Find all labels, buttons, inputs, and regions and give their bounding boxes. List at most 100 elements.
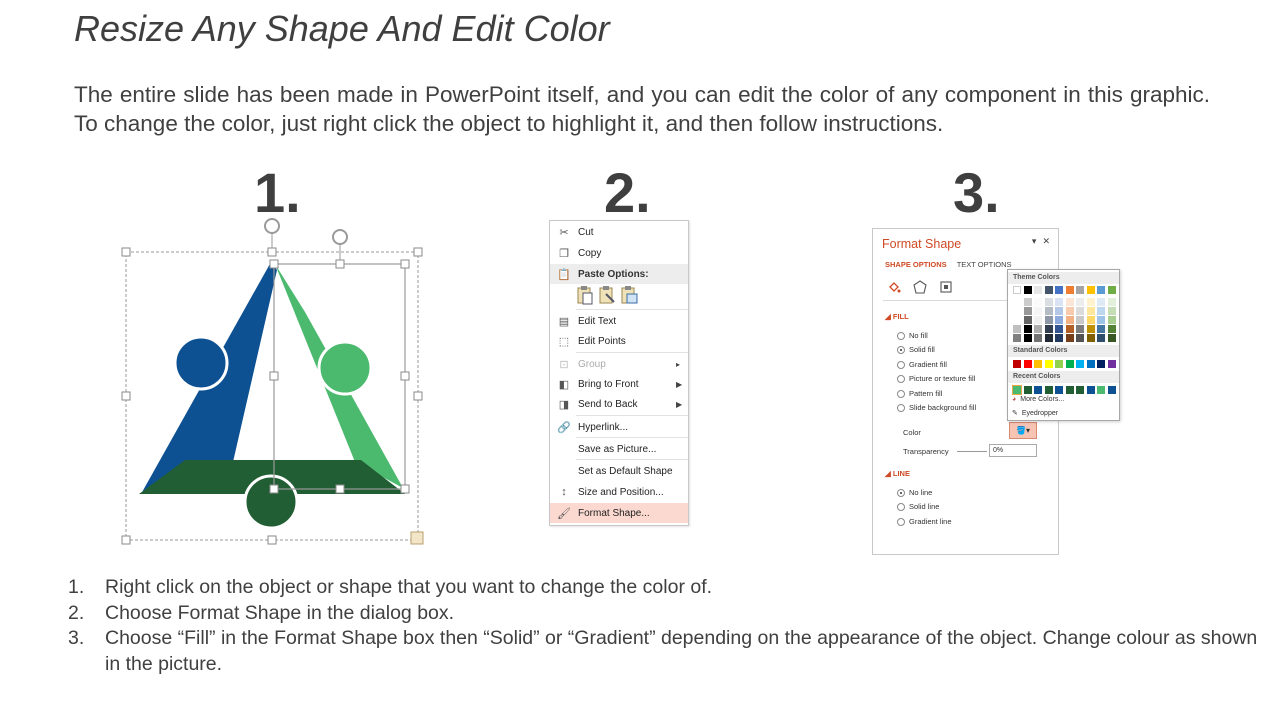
fill-option-solid-fill[interactable]: Solid fill: [897, 345, 935, 354]
color-swatch[interactable]: [1055, 334, 1063, 342]
color-swatch[interactable]: [1097, 316, 1105, 324]
color-swatch[interactable]: [1086, 360, 1095, 368]
color-swatch[interactable]: [1023, 325, 1032, 333]
color-swatch[interactable]: [1086, 286, 1095, 294]
more-colors-button[interactable]: ◕ More Colors...: [1012, 396, 1064, 403]
color-swatch[interactable]: [1034, 298, 1042, 306]
menu-item-cut[interactable]: ✂ Cut: [550, 222, 688, 242]
color-swatch[interactable]: [1013, 360, 1021, 368]
color-swatch[interactable]: [1097, 286, 1105, 294]
fill-option-gradient-fill[interactable]: Gradient fill: [897, 360, 947, 369]
menu-item-save-as-picture[interactable]: Save as Picture...: [550, 439, 688, 459]
menu-item-edit-points[interactable]: ⬚ Edit Points: [550, 331, 688, 351]
color-swatch[interactable]: [1023, 386, 1032, 394]
color-swatch[interactable]: [1044, 316, 1053, 324]
eyedropper-button[interactable]: ✎ Eyedropper: [1012, 409, 1058, 418]
color-swatch[interactable]: [1107, 325, 1116, 333]
color-swatch[interactable]: [1076, 286, 1084, 294]
menu-item-format-shape[interactable]: 🖌 Format Shape...: [550, 503, 688, 523]
color-swatch[interactable]: [1055, 298, 1063, 306]
fill-option-slide-background[interactable]: Slide background fill: [897, 403, 976, 412]
color-picker-button[interactable]: 🪣 ▾: [1009, 422, 1037, 439]
paste-merge-formatting-icon[interactable]: [598, 285, 616, 305]
menu-item-size-and-position[interactable]: ↕ Size and Position...: [550, 482, 688, 502]
color-swatch[interactable]: [1107, 316, 1116, 324]
color-swatch[interactable]: [1055, 316, 1063, 324]
color-swatch[interactable]: [1034, 334, 1042, 342]
color-swatch[interactable]: [1013, 298, 1021, 306]
paste-keep-formatting-icon[interactable]: [576, 285, 594, 305]
color-swatch[interactable]: [1065, 286, 1074, 294]
color-swatch[interactable]: [1107, 307, 1116, 315]
color-swatch[interactable]: [1013, 286, 1021, 294]
color-swatch[interactable]: [1034, 316, 1042, 324]
color-swatch[interactable]: [1023, 334, 1032, 342]
paste-picture-icon[interactable]: [620, 285, 638, 305]
menu-item-hyperlink[interactable]: 🔗 Hyperlink...: [550, 417, 688, 437]
color-swatch[interactable]: [1065, 316, 1074, 324]
color-swatch[interactable]: [1107, 298, 1116, 306]
color-swatch[interactable]: [1065, 360, 1074, 368]
color-swatch[interactable]: [1034, 386, 1042, 394]
color-swatch[interactable]: [1065, 307, 1074, 315]
color-swatch[interactable]: [1065, 386, 1074, 394]
pane-dropdown-icon[interactable]: ▾: [1032, 236, 1037, 247]
transparency-input[interactable]: 0%: [989, 444, 1037, 457]
menu-item-edit-text[interactable]: ▤ Edit Text: [550, 311, 688, 331]
menu-item-send-to-back[interactable]: ◨ Send to Back ▶: [550, 394, 688, 414]
color-swatch[interactable]: [1034, 307, 1042, 315]
color-swatch[interactable]: [1065, 334, 1074, 342]
color-swatch[interactable]: [1013, 307, 1021, 315]
color-swatch[interactable]: [1086, 298, 1095, 306]
color-swatch[interactable]: [1076, 298, 1084, 306]
fill-section-header[interactable]: ◢ FILL: [885, 312, 909, 321]
color-swatch[interactable]: [1044, 286, 1053, 294]
color-swatch[interactable]: [1107, 334, 1116, 342]
color-swatch[interactable]: [1013, 334, 1021, 342]
color-swatch[interactable]: [1044, 360, 1053, 368]
color-swatch[interactable]: [1044, 334, 1053, 342]
color-swatch[interactable]: [1086, 316, 1095, 324]
size-properties-icon[interactable]: [939, 280, 953, 294]
color-swatch[interactable]: [1086, 386, 1095, 394]
color-swatch[interactable]: [1023, 307, 1032, 315]
color-swatch[interactable]: [1107, 386, 1116, 394]
line-option-solid-line[interactable]: Solid line: [897, 502, 939, 511]
green-circle-shape[interactable]: [317, 340, 373, 396]
rotate-handle-icon[interactable]: [264, 218, 280, 252]
color-swatch[interactable]: [1034, 286, 1042, 294]
color-swatch[interactable]: [1086, 325, 1095, 333]
color-swatch[interactable]: [1065, 325, 1074, 333]
color-swatch[interactable]: [1044, 298, 1053, 306]
color-swatch[interactable]: [1023, 360, 1032, 368]
color-swatch[interactable]: [1076, 307, 1084, 315]
color-swatch[interactable]: [1107, 360, 1116, 368]
color-swatch[interactable]: [1044, 325, 1053, 333]
color-swatch[interactable]: [1065, 298, 1074, 306]
tab-text-options[interactable]: TEXT OPTIONS: [957, 260, 1012, 269]
transparency-slider[interactable]: [957, 451, 987, 452]
color-swatch[interactable]: [1076, 360, 1084, 368]
menu-item-bring-to-front[interactable]: ◧ Bring to Front ▶: [550, 374, 688, 394]
menu-item-copy[interactable]: ❐ Copy: [550, 243, 688, 263]
rotate-handle-icon[interactable]: [332, 229, 348, 264]
base-circle-shape[interactable]: [243, 474, 299, 530]
color-swatch[interactable]: [1034, 325, 1042, 333]
color-swatch[interactable]: [1012, 385, 1022, 395]
color-swatch[interactable]: [1076, 325, 1084, 333]
color-swatch[interactable]: [1086, 334, 1095, 342]
color-swatch[interactable]: [1023, 316, 1032, 324]
color-swatch[interactable]: [1097, 307, 1105, 315]
color-swatch[interactable]: [1055, 386, 1063, 394]
color-swatch[interactable]: [1107, 286, 1116, 294]
blue-circle-shape[interactable]: [173, 335, 229, 391]
close-icon[interactable]: ✕: [1042, 236, 1050, 247]
color-swatch[interactable]: [1076, 386, 1084, 394]
color-swatch[interactable]: [1097, 360, 1105, 368]
line-option-no-line[interactable]: No line: [897, 488, 932, 497]
color-swatch[interactable]: [1013, 316, 1021, 324]
line-section-header[interactable]: ◢ LINE: [885, 469, 910, 478]
shape-illustration[interactable]: [115, 212, 435, 552]
color-swatch[interactable]: [1044, 307, 1053, 315]
color-swatch[interactable]: [1086, 307, 1095, 315]
